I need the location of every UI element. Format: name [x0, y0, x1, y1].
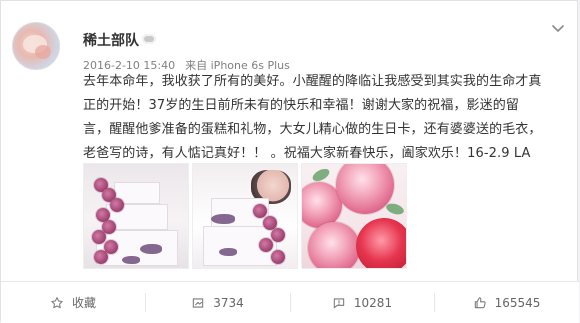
rose	[94, 250, 108, 264]
rose	[271, 228, 285, 242]
rose	[253, 204, 267, 218]
photo-cake-2[interactable]	[192, 163, 298, 269]
thumbs-up-svg	[474, 296, 486, 308]
like-count: 165545	[494, 295, 541, 310]
post-text-line: 言，醒醒他爹准备的蛋糕和礼物，大女儿精心做的生日卡，还有婆婆送的毛衣，	[83, 122, 542, 137]
action-bar: 收藏 3734 10281 165545	[1, 281, 579, 323]
collect-button[interactable]: 收藏	[1, 282, 145, 323]
chevron-down-svg	[552, 25, 564, 32]
cake-decoration	[211, 214, 235, 224]
weibo-post-card: 稀土部队 2016-2-10 15:40 来自 iPhone 6s Plus 去年…	[0, 0, 579, 323]
chevron-down-icon[interactable]	[551, 23, 565, 33]
username[interactable]: 稀土部队	[83, 30, 139, 50]
comment-icon	[332, 296, 346, 310]
star-svg	[51, 296, 63, 308]
rose	[92, 230, 106, 244]
comment-button[interactable]: 10281	[290, 282, 434, 323]
forward-count: 3734	[213, 295, 244, 310]
rose	[259, 238, 273, 252]
photo-roses[interactable]	[301, 163, 407, 269]
post-text: 去年本命年，我收获了所有的美好。小醒醒的降临让我感受到其实我的生命才真 正的开始…	[83, 70, 564, 166]
share-svg	[193, 297, 204, 308]
rose	[110, 198, 124, 212]
rose	[308, 222, 360, 268]
collect-label: 收藏	[71, 296, 96, 310]
comment-svg	[333, 297, 345, 308]
post-text-line: 去年本命年，我收获了所有的美好。小醒醒的降临让我感受到其实我的生命才真	[83, 74, 542, 89]
rose	[271, 250, 285, 264]
star-icon	[50, 296, 64, 310]
post-text-line: 正的开始！37岁的生日前所未有的快乐和幸福！谢谢大家的祝福，影迷的留	[83, 98, 519, 113]
badge-icon	[142, 34, 156, 44]
forward-button[interactable]: 3734	[145, 282, 290, 323]
comment-count: 10281	[353, 295, 393, 310]
cake-decoration	[140, 244, 162, 254]
avatar[interactable]	[12, 22, 60, 70]
like-button[interactable]: 165545	[434, 282, 579, 323]
avatar-image-detail	[35, 45, 51, 59]
cake-decoration	[219, 248, 237, 256]
photo-cake-1[interactable]	[83, 163, 189, 269]
thumbs-up-icon	[473, 296, 487, 310]
share-icon	[191, 296, 205, 310]
cake-decoration	[122, 256, 140, 264]
rose	[356, 218, 406, 268]
